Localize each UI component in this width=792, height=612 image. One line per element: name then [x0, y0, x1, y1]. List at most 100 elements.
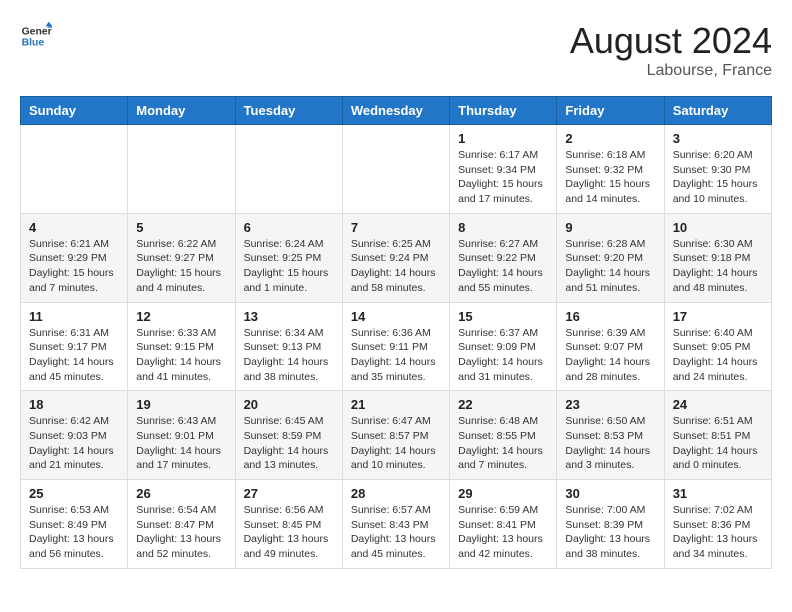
calendar-cell: 20 Sunrise: 6:45 AMSunset: 8:59 PMDayligh…: [235, 391, 342, 480]
day-of-week-header: Thursday: [450, 97, 557, 125]
calendar-cell: 28 Sunrise: 6:57 AMSunset: 8:43 PMDayligh…: [342, 480, 449, 569]
calendar-table: SundayMondayTuesdayWednesdayThursdayFrid…: [20, 96, 772, 569]
calendar-cell: [342, 125, 449, 214]
day-info: Sunrise: 6:50 AMSunset: 8:53 PMDaylight:…: [565, 414, 655, 473]
day-of-week-header: Sunday: [21, 97, 128, 125]
logo: General Blue: [20, 20, 52, 52]
day-number: 11: [29, 309, 119, 324]
day-number: 20: [244, 397, 334, 412]
calendar-cell: 8Sunrise: 6:27 AMSunset: 9:22 PMDaylight…: [450, 213, 557, 302]
calendar-cell: 10Sunrise: 6:30 AMSunset: 9:18 PMDayligh…: [664, 213, 771, 302]
day-number: 22: [458, 397, 548, 412]
day-of-week-header: Friday: [557, 97, 664, 125]
day-info: Sunrise: 6:34 AMSunset: 9:13 PMDaylight:…: [244, 326, 334, 385]
calendar-week-row: 25 Sunrise: 6:53 AMSunset: 8:49 PMDayligh…: [21, 480, 772, 569]
day-number: 19: [136, 397, 226, 412]
day-info: Sunrise: 7:02 AMSunset: 8:36 PMDaylight:…: [673, 503, 763, 562]
day-number: 13: [244, 309, 334, 324]
day-info: Sunrise: 6:18 AMSunset: 9:32 PMDaylight:…: [565, 148, 655, 207]
day-number: 30: [565, 486, 655, 501]
svg-text:Blue: Blue: [22, 38, 45, 49]
page-header: General Blue August 2024 Labourse, Franc…: [20, 20, 772, 80]
day-number: 15: [458, 309, 548, 324]
day-number: 4: [29, 220, 119, 235]
calendar-cell: 18 Sunrise: 6:42 AMSunset: 9:03 PMDayligh…: [21, 391, 128, 480]
day-number: 2: [565, 131, 655, 146]
title-block: August 2024 Labourse, France: [570, 20, 772, 80]
day-number: 9: [565, 220, 655, 235]
calendar-cell: 30 Sunrise: 7:00 AMSunset: 8:39 PMDayligh…: [557, 480, 664, 569]
day-info: Sunrise: 6:56 AMSunset: 8:45 PMDaylight:…: [244, 503, 334, 562]
calendar-cell: 6Sunrise: 6:24 AMSunset: 9:25 PMDaylight…: [235, 213, 342, 302]
calendar-week-row: 18 Sunrise: 6:42 AMSunset: 9:03 PMDayligh…: [21, 391, 772, 480]
day-info: Sunrise: 6:24 AMSunset: 9:25 PMDaylight:…: [244, 237, 334, 296]
day-info: Sunrise: 6:25 AMSunset: 9:24 PMDaylight:…: [351, 237, 441, 296]
calendar-cell: 13 Sunrise: 6:34 AMSunset: 9:13 PMDayligh…: [235, 302, 342, 391]
day-number: 29: [458, 486, 548, 501]
day-info: Sunrise: 6:47 AMSunset: 8:57 PMDaylight:…: [351, 414, 441, 473]
calendar-week-row: 1 Sunrise: 6:17 AMSunset: 9:34 PMDaylight…: [21, 125, 772, 214]
calendar-cell: 12Sunrise: 6:33 AMSunset: 9:15 PMDayligh…: [128, 302, 235, 391]
day-of-week-header: Tuesday: [235, 97, 342, 125]
day-info: Sunrise: 6:31 AMSunset: 9:17 PMDaylight:…: [29, 326, 119, 385]
day-info: Sunrise: 6:42 AMSunset: 9:03 PMDaylight:…: [29, 414, 119, 473]
day-info: Sunrise: 6:28 AMSunset: 9:20 PMDaylight:…: [565, 237, 655, 296]
day-info: Sunrise: 6:48 AMSunset: 8:55 PMDaylight:…: [458, 414, 548, 473]
calendar-week-row: 4Sunrise: 6:21 AMSunset: 9:29 PMDaylight…: [21, 213, 772, 302]
calendar-cell: 11 Sunrise: 6:31 AMSunset: 9:17 PMDayligh…: [21, 302, 128, 391]
day-info: Sunrise: 7:00 AMSunset: 8:39 PMDaylight:…: [565, 503, 655, 562]
day-of-week-header: Monday: [128, 97, 235, 125]
day-number: 21: [351, 397, 441, 412]
calendar-cell: 25 Sunrise: 6:53 AMSunset: 8:49 PMDayligh…: [21, 480, 128, 569]
day-number: 18: [29, 397, 119, 412]
day-info: Sunrise: 6:22 AMSunset: 9:27 PMDaylight:…: [136, 237, 226, 296]
calendar-cell: [235, 125, 342, 214]
day-of-week-header: Saturday: [664, 97, 771, 125]
day-number: 17: [673, 309, 763, 324]
calendar-cell: 7Sunrise: 6:25 AMSunset: 9:24 PMDaylight…: [342, 213, 449, 302]
calendar-cell: 16 Sunrise: 6:39 AMSunset: 9:07 PMDayligh…: [557, 302, 664, 391]
day-number: 25: [29, 486, 119, 501]
day-info: Sunrise: 6:57 AMSunset: 8:43 PMDaylight:…: [351, 503, 441, 562]
day-number: 8: [458, 220, 548, 235]
day-info: Sunrise: 6:59 AMSunset: 8:41 PMDaylight:…: [458, 503, 548, 562]
day-info: Sunrise: 6:51 AMSunset: 8:51 PMDaylight:…: [673, 414, 763, 473]
day-number: 31: [673, 486, 763, 501]
day-number: 26: [136, 486, 226, 501]
day-info: Sunrise: 6:39 AMSunset: 9:07 PMDaylight:…: [565, 326, 655, 385]
day-number: 23: [565, 397, 655, 412]
day-info: Sunrise: 6:20 AMSunset: 9:30 PMDaylight:…: [673, 148, 763, 207]
day-number: 16: [565, 309, 655, 324]
calendar-cell: 29 Sunrise: 6:59 AMSunset: 8:41 PMDayligh…: [450, 480, 557, 569]
day-number: 24: [673, 397, 763, 412]
svg-text:General: General: [22, 26, 52, 37]
calendar-week-row: 11 Sunrise: 6:31 AMSunset: 9:17 PMDayligh…: [21, 302, 772, 391]
calendar-cell: 1 Sunrise: 6:17 AMSunset: 9:34 PMDaylight…: [450, 125, 557, 214]
calendar-body: 1 Sunrise: 6:17 AMSunset: 9:34 PMDaylight…: [21, 125, 772, 569]
day-number: 3: [673, 131, 763, 146]
calendar-cell: 14Sunrise: 6:36 AMSunset: 9:11 PMDayligh…: [342, 302, 449, 391]
calendar-cell: 19Sunrise: 6:43 AMSunset: 9:01 PMDayligh…: [128, 391, 235, 480]
day-info: Sunrise: 6:30 AMSunset: 9:18 PMDaylight:…: [673, 237, 763, 296]
calendar-cell: 26Sunrise: 6:54 AMSunset: 8:47 PMDayligh…: [128, 480, 235, 569]
calendar-cell: 3 Sunrise: 6:20 AMSunset: 9:30 PMDaylight…: [664, 125, 771, 214]
calendar-cell: 22 Sunrise: 6:48 AMSunset: 8:55 PMDayligh…: [450, 391, 557, 480]
calendar-cell: 15 Sunrise: 6:37 AMSunset: 9:09 PMDayligh…: [450, 302, 557, 391]
day-number: 28: [351, 486, 441, 501]
calendar-cell: 5Sunrise: 6:22 AMSunset: 9:27 PMDaylight…: [128, 213, 235, 302]
calendar-cell: 2 Sunrise: 6:18 AMSunset: 9:32 PMDaylight…: [557, 125, 664, 214]
day-info: Sunrise: 6:40 AMSunset: 9:05 PMDaylight:…: [673, 326, 763, 385]
calendar-cell: [21, 125, 128, 214]
day-info: Sunrise: 6:37 AMSunset: 9:09 PMDaylight:…: [458, 326, 548, 385]
calendar-header-row: SundayMondayTuesdayWednesdayThursdayFrid…: [21, 97, 772, 125]
day-info: Sunrise: 6:53 AMSunset: 8:49 PMDaylight:…: [29, 503, 119, 562]
day-info: Sunrise: 6:36 AMSunset: 9:11 PMDaylight:…: [351, 326, 441, 385]
day-info: Sunrise: 6:45 AMSunset: 8:59 PMDaylight:…: [244, 414, 334, 473]
logo-icon: General Blue: [20, 20, 52, 52]
calendar-cell: 27Sunrise: 6:56 AMSunset: 8:45 PMDayligh…: [235, 480, 342, 569]
day-info: Sunrise: 6:33 AMSunset: 9:15 PMDaylight:…: [136, 326, 226, 385]
calendar-cell: 17 Sunrise: 6:40 AMSunset: 9:05 PMDayligh…: [664, 302, 771, 391]
day-info: Sunrise: 6:17 AMSunset: 9:34 PMDaylight:…: [458, 148, 548, 207]
calendar-cell: 9 Sunrise: 6:28 AMSunset: 9:20 PMDaylight…: [557, 213, 664, 302]
day-number: 1: [458, 131, 548, 146]
